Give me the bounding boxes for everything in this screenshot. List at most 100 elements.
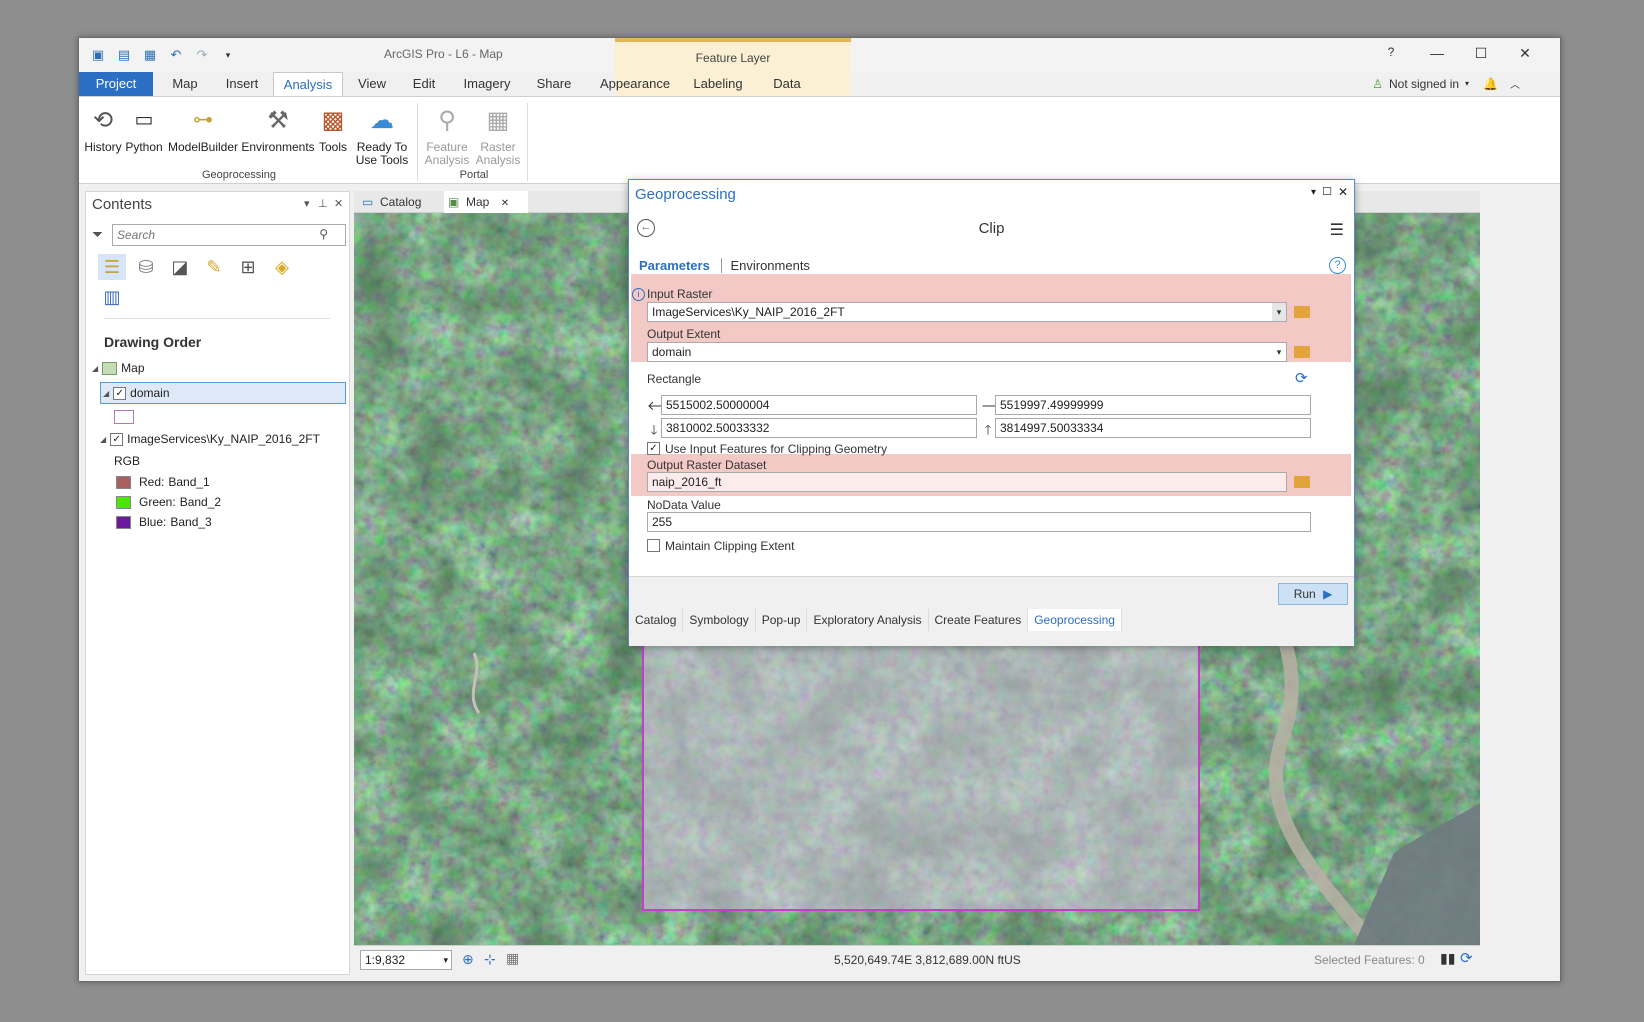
tab-insert[interactable]: Insert <box>217 72 267 96</box>
run-button[interactable]: Run ▶ <box>1278 583 1348 605</box>
tools-button[interactable]: ▩ Tools <box>315 103 351 154</box>
tab-imagery[interactable]: Imagery <box>457 72 517 96</box>
filter-icon[interactable]: ⏷ <box>92 226 103 243</box>
refresh-icon[interactable]: ⟳ <box>1460 949 1473 967</box>
tab-analysis[interactable]: Analysis <box>273 72 343 97</box>
browse-folder-icon[interactable] <box>1294 346 1310 358</box>
tree-layer-raster[interactable]: ◢ ✓ ImageServices\Ky_NAIP_2016_2FT <box>100 432 320 446</box>
pane-options-icon[interactable]: ▾ <box>304 197 310 210</box>
collapse-ribbon-icon[interactable]: ︿ <box>1510 76 1520 91</box>
maximize-pane-icon[interactable]: ☐ <box>1322 185 1332 198</box>
chevron-down-icon[interactable]: ▾ <box>1272 343 1286 361</box>
notification-bell-icon[interactable]: 🔔 <box>1483 77 1498 91</box>
charts-icon[interactable]: ▥ <box>98 284 126 310</box>
sign-in-status[interactable]: ♙ Not signed in ▾ 🔔 ︿ <box>1372 76 1520 92</box>
reset-extent-icon[interactable]: ⟳ <box>1295 369 1308 387</box>
tab-project[interactable]: Project <box>79 72 153 96</box>
pane-tab-exploratory-analysis[interactable]: Exploratory Analysis <box>807 609 929 631</box>
editing-icon[interactable]: ✎ <box>200 254 228 280</box>
close-icon[interactable]: ✕ <box>1513 45 1537 62</box>
domain-symbol[interactable] <box>114 410 134 424</box>
environments-button[interactable]: ⚒ Environments <box>241 103 315 154</box>
maximize-icon[interactable]: ☐ <box>1469 45 1493 62</box>
scale-dropdown[interactable]: 1:9,832 ▾ <box>360 950 452 970</box>
tab-appearance[interactable]: Appearance <box>593 72 677 96</box>
extent-bottom-input[interactable] <box>661 418 977 438</box>
expand-icon[interactable]: ◢ <box>103 389 109 398</box>
pane-tab-symbology[interactable]: Symbology <box>683 609 756 631</box>
extent-top-input[interactable] <box>995 418 1311 438</box>
help-button[interactable]: ? <box>1379 45 1403 59</box>
drawing-order-icon[interactable]: ☰ <box>98 254 126 280</box>
tab-data[interactable]: Data <box>765 72 809 96</box>
red-swatch[interactable] <box>116 475 131 489</box>
feature-analysis-button[interactable]: ⚲ Feature Analysis <box>421 103 473 167</box>
pin-icon[interactable]: ⊥ <box>318 197 328 210</box>
tree-layer-domain[interactable]: ◢ ✓ domain <box>100 382 346 404</box>
tree-map-node[interactable]: ◢ Map <box>92 361 145 375</box>
browse-folder-icon[interactable] <box>1294 476 1310 488</box>
close-pane-icon[interactable]: ✕ <box>334 197 343 210</box>
pane-options-icon[interactable]: ▾ <box>1311 187 1316 198</box>
pane-tab-geoprocessing[interactable]: Geoprocessing <box>1028 609 1122 631</box>
maintain-extent-checkbox[interactable] <box>647 539 660 552</box>
expand-icon[interactable]: ◢ <box>100 435 106 444</box>
use-input-features-checkbox[interactable]: ✓ <box>647 442 660 455</box>
pane-tab-popup[interactable]: Pop-up <box>756 609 808 631</box>
labeling-icon[interactable]: ◈ <box>268 254 296 280</box>
input-raster-field[interactable]: ImageServices\Ky_NAIP_2016_2FT ▾ <box>647 302 1287 322</box>
tab-map-view[interactable]: ▣ Map ✕ <box>444 191 528 213</box>
pause-drawing-icon[interactable]: ▮▮ <box>1440 950 1455 967</box>
output-dataset-field[interactable]: naip_2016_ft <box>647 472 1287 492</box>
zoom-extent-icon[interactable]: ⊕ <box>462 951 474 968</box>
expand-icon[interactable]: ◢ <box>92 364 98 373</box>
tab-view[interactable]: View <box>351 72 393 96</box>
info-icon[interactable]: i <box>632 288 645 301</box>
contents-search-input[interactable] <box>112 224 346 246</box>
layer-visibility-checkbox[interactable]: ✓ <box>110 432 124 446</box>
minimize-icon[interactable]: — <box>1425 45 1449 61</box>
ready-to-use-tools-button[interactable]: ☁ Ready To Use Tools <box>351 103 413 167</box>
tab-edit[interactable]: Edit <box>405 72 443 96</box>
customize-toolbar-icon[interactable]: ▾ <box>219 47 237 63</box>
open-project-icon[interactable]: ▤ <box>115 47 133 63</box>
fixed-zoom-icon[interactable]: ⊹ <box>484 951 496 968</box>
tab-map[interactable]: Map <box>163 72 207 96</box>
search-icon[interactable]: ⚲ <box>319 227 328 241</box>
hamburger-menu-icon[interactable]: ☰ <box>1330 220 1344 240</box>
tab-environments[interactable]: Environments <box>721 258 810 273</box>
selection-icon[interactable]: ◪ <box>166 254 194 280</box>
browse-folder-icon[interactable] <box>1294 306 1310 318</box>
grid-icon[interactable]: ▦ <box>506 950 519 967</box>
tab-parameters[interactable]: Parameters <box>639 258 710 273</box>
redo-icon[interactable]: ↷ <box>193 47 211 63</box>
history-button[interactable]: ⟲ History <box>83 103 123 154</box>
selected-features[interactable]: Selected Features: 0 <box>1314 953 1425 967</box>
help-icon[interactable]: ? <box>1329 257 1346 274</box>
new-project-icon[interactable]: ▣ <box>89 47 107 63</box>
pane-tab-create-features[interactable]: Create Features <box>929 609 1029 631</box>
save-project-icon[interactable]: ▦ <box>141 47 159 63</box>
tab-labeling[interactable]: Labeling <box>683 72 753 96</box>
chevron-down-icon[interactable]: ▾ <box>1272 303 1286 321</box>
tab-catalog-view[interactable]: ▭ Catalog <box>358 191 442 213</box>
tab-share[interactable]: Share <box>531 72 577 96</box>
green-swatch[interactable] <box>116 495 131 509</box>
nodata-input[interactable] <box>647 512 1311 532</box>
close-pane-icon[interactable]: ✕ <box>1338 185 1348 199</box>
undo-icon[interactable]: ↶ <box>167 47 185 63</box>
data-source-icon[interactable]: ⛁ <box>132 254 160 280</box>
blue-swatch[interactable] <box>116 515 131 529</box>
raster-analysis-button[interactable]: ▦ Raster Analysis <box>475 103 521 167</box>
feature-analysis-icon: ⚲ <box>438 106 456 134</box>
snapping-icon[interactable]: ⊞ <box>234 254 262 280</box>
python-button[interactable]: ▭ Python <box>123 103 165 154</box>
layer-visibility-checkbox[interactable]: ✓ <box>113 386 127 400</box>
extent-right-input[interactable] <box>995 395 1311 415</box>
extent-left-input[interactable] <box>661 395 977 415</box>
modelbuilder-button[interactable]: ⊶ ModelBuilder <box>167 103 239 154</box>
output-extent-dropdown[interactable]: domain ▾ <box>647 342 1287 362</box>
use-input-features-label: Use Input Features for Clipping Geometry <box>665 442 888 456</box>
pane-tab-catalog[interactable]: Catalog <box>629 609 684 631</box>
close-tab-icon[interactable]: ✕ <box>501 198 509 209</box>
